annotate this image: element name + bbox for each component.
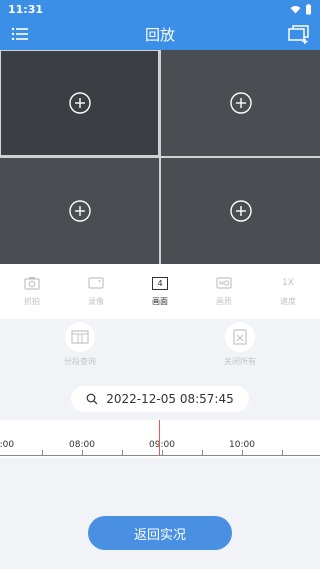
- timeline-tick: [202, 450, 203, 456]
- quality-label: 画质: [216, 297, 232, 306]
- page-title: 回放: [144, 25, 175, 44]
- video-camera-icon: [88, 277, 104, 289]
- timeline-tick: [82, 450, 83, 456]
- wifi-icon: [290, 5, 301, 13]
- datetime-search[interactable]: 2022-12-05 08:57:45: [71, 386, 249, 412]
- record-label: 录像: [88, 297, 104, 306]
- close-window-icon: [233, 329, 247, 345]
- timeline-cursor[interactable]: [159, 420, 160, 456]
- add-channel-icon[interactable]: [229, 200, 252, 222]
- battery-icon: [306, 3, 311, 14]
- segment-label: 分段查询: [64, 357, 96, 366]
- capture-label: 抓拍: [24, 297, 40, 306]
- video-cell[interactable]: [0, 158, 159, 264]
- layout-count-badge: 4: [152, 276, 168, 290]
- status-time: 11:31: [8, 2, 44, 16]
- layout-label: 画面: [152, 296, 168, 306]
- timeline-tick: [282, 450, 283, 456]
- speed-value: 1X: [282, 278, 294, 288]
- speed-label: 速度: [280, 297, 296, 306]
- timeline-tick: [122, 450, 123, 456]
- menu-icon[interactable]: [10, 24, 30, 44]
- hd-icon: [216, 277, 232, 289]
- close-all-label: 关闭所有: [224, 357, 256, 366]
- video-cell[interactable]: [161, 158, 320, 264]
- playback-toolbar: 抓拍 录像 4 画面 画质 1X 速度: [0, 264, 320, 319]
- timeline-tick: [242, 450, 243, 456]
- title-bar: 回放: [0, 18, 320, 50]
- datetime-value: 2022-12-05 08:57:45: [106, 392, 234, 406]
- segment-query-button[interactable]: 分段查询: [0, 322, 160, 372]
- segment-icon-circle: [65, 322, 95, 352]
- status-bar: 11:31: [0, 0, 320, 18]
- record-button[interactable]: 录像: [64, 264, 128, 319]
- layout-button[interactable]: 4 画面: [128, 264, 192, 319]
- timeline-label: 8:00: [0, 440, 15, 450]
- quality-button[interactable]: 画质: [192, 264, 256, 319]
- action-row: 分段查询 关闭所有: [0, 322, 320, 372]
- search-icon: [86, 393, 98, 405]
- add-window-icon[interactable]: [288, 24, 310, 44]
- add-channel-icon[interactable]: [229, 92, 252, 114]
- video-cell[interactable]: [161, 50, 320, 156]
- timeline-label: 08:00: [69, 440, 95, 450]
- close-all-icon-circle: [225, 322, 255, 352]
- camera-icon: [24, 277, 40, 290]
- close-all-button[interactable]: 关闭所有: [160, 322, 320, 372]
- back-to-live-button[interactable]: 返回实况: [88, 516, 232, 550]
- video-cell[interactable]: [0, 50, 159, 156]
- timeline-tick: [42, 450, 43, 456]
- film-icon: [71, 330, 89, 344]
- timeline-axis: [0, 455, 320, 456]
- speed-button[interactable]: 1X 速度: [256, 264, 320, 319]
- video-grid: [0, 50, 320, 264]
- timeline-label: 10:00: [229, 440, 255, 450]
- timeline-tick: [162, 450, 163, 456]
- timeline-label: 09:00: [149, 440, 175, 450]
- add-channel-icon[interactable]: [68, 92, 91, 114]
- add-channel-icon[interactable]: [68, 200, 91, 222]
- status-icons: [290, 3, 312, 15]
- timeline[interactable]: 8:00 08:00 09:00 10:00: [0, 420, 320, 458]
- capture-button[interactable]: 抓拍: [0, 264, 64, 319]
